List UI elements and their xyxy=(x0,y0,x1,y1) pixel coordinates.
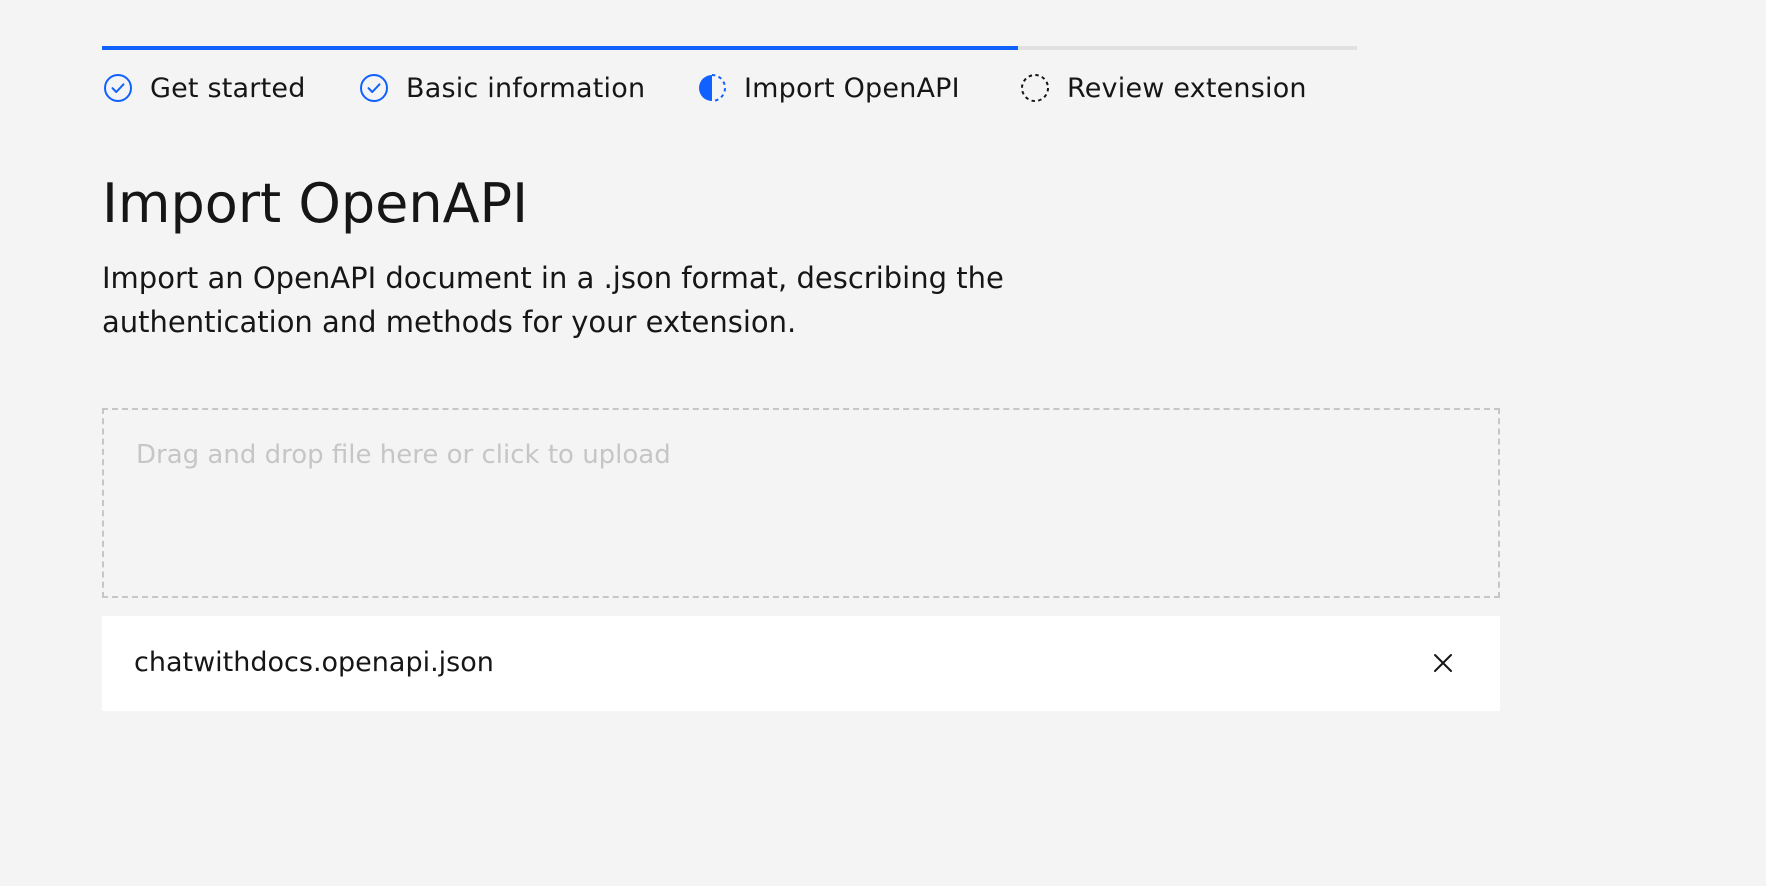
uploaded-file-item: chatwithdocs.openapi.json xyxy=(102,616,1500,711)
file-dropzone[interactable]: Drag and drop file here or click to uplo… xyxy=(102,408,1500,598)
progress-indicator: Get started Basic information Import Ope… xyxy=(102,46,1357,106)
page-title: Import OpenAPI xyxy=(102,172,529,235)
step-get-started[interactable]: Get started xyxy=(102,68,306,108)
checkmark-circle-icon xyxy=(102,72,134,104)
step-label: Review extension xyxy=(1067,72,1307,104)
file-name: chatwithdocs.openapi.json xyxy=(134,647,494,678)
progress-fill xyxy=(102,46,1019,50)
step-review-extension[interactable]: Review extension xyxy=(1019,68,1307,108)
dropzone-placeholder: Drag and drop file here or click to uplo… xyxy=(136,440,671,470)
step-import-openapi[interactable]: Import OpenAPI xyxy=(696,68,960,108)
step-label: Basic information xyxy=(406,72,646,104)
checkmark-circle-icon xyxy=(358,72,390,104)
step-basic-information[interactable]: Basic information xyxy=(358,68,645,108)
dashed-circle-icon xyxy=(1019,72,1051,104)
page-description: Import an OpenAPI document in a .json fo… xyxy=(102,261,1004,339)
step-label: Get started xyxy=(150,72,306,104)
step-label: Import OpenAPI xyxy=(744,72,960,104)
close-icon[interactable] xyxy=(1426,646,1460,680)
half-filled-circle-icon xyxy=(696,72,728,104)
